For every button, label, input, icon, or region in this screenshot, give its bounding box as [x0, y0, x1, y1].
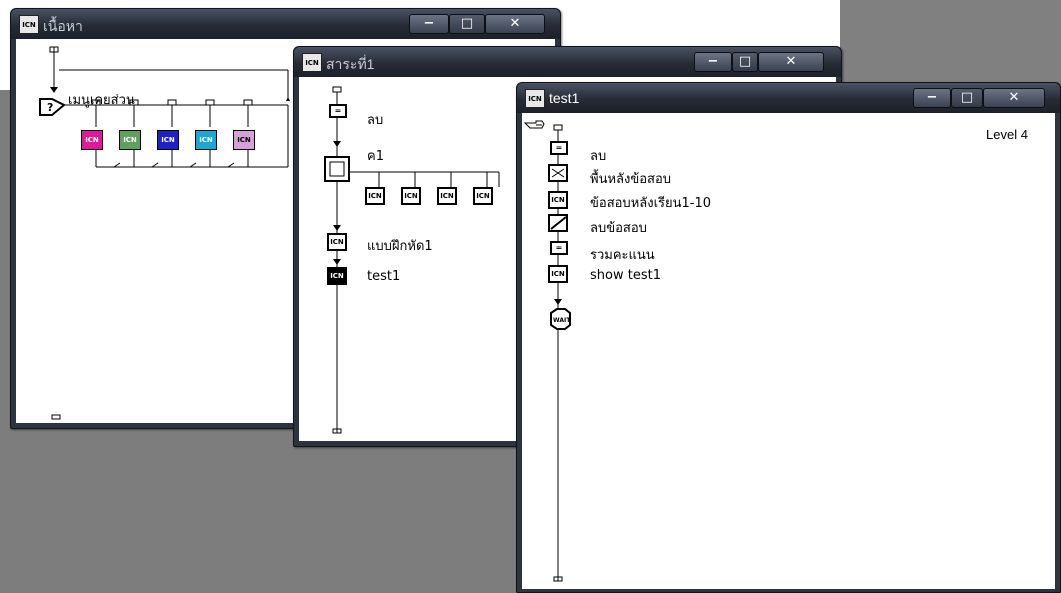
- map-icon[interactable]: ICN: [437, 187, 457, 205]
- desktop-background-right: [840, 0, 1061, 90]
- calc-icon[interactable]: =: [329, 104, 347, 118]
- test1-item-label[interactable]: ลบข้อสอบ: [590, 217, 647, 238]
- map-icon-5[interactable]: ICN: [233, 130, 255, 150]
- test1-item-label[interactable]: รวมคะแนน: [590, 244, 655, 265]
- topic1-title: สาระที่1: [326, 56, 375, 72]
- wait-label: WAIT: [553, 317, 571, 324]
- maximize-button[interactable]: □: [732, 52, 758, 72]
- pointer-hand-icon: [523, 120, 545, 129]
- test1-item-label[interactable]: show test1: [590, 268, 661, 283]
- content-title: เนื้อหา: [43, 18, 83, 34]
- test1-flowline[interactable]: WAIT = ลบ พื้นหลังข้อสอบ ICN ข้อสอบหลังเ…: [522, 113, 1055, 589]
- calc-icon[interactable]: =: [550, 241, 568, 255]
- minimize-button[interactable]: −: [409, 14, 449, 34]
- test1-item-label[interactable]: พื้นหลังข้อสอบ: [590, 168, 671, 189]
- map-icon[interactable]: ICN: [548, 191, 568, 209]
- topic1-item-label[interactable]: ลบ: [367, 109, 383, 130]
- test1-item-label[interactable]: ลบ: [590, 145, 606, 166]
- map-icon: ICN: [19, 15, 39, 34]
- close-button[interactable]: ✕: [485, 14, 545, 34]
- map-icon: ICN: [525, 89, 545, 108]
- topic1-item-label[interactable]: test1: [367, 269, 400, 284]
- map-icon[interactable]: ICN: [473, 187, 493, 205]
- map-icon[interactable]: ICN: [548, 265, 568, 283]
- map-icon-3[interactable]: ICN: [157, 130, 179, 150]
- test1-title: test1: [549, 90, 580, 106]
- test1-titlebar[interactable]: ICN test1 − □ ✕: [517, 83, 1060, 113]
- map-icon: ICN: [302, 53, 322, 72]
- close-button[interactable]: ✕: [983, 88, 1045, 108]
- minimize-button[interactable]: −: [913, 88, 951, 108]
- map-icon-2[interactable]: ICN: [119, 130, 141, 150]
- map-icon-4[interactable]: ICN: [195, 130, 217, 150]
- calc-icon[interactable]: =: [550, 141, 568, 155]
- maximize-button[interactable]: □: [951, 88, 983, 108]
- content-titlebar[interactable]: ICN เนื้อหา − □ ✕: [11, 9, 560, 39]
- map-icon[interactable]: ICN: [401, 187, 421, 205]
- map-icon[interactable]: ICN: [327, 267, 347, 285]
- minimize-button[interactable]: −: [694, 52, 732, 72]
- map-icon[interactable]: ICN: [327, 233, 347, 251]
- decision-glyph: ?: [47, 101, 53, 114]
- close-button[interactable]: ✕: [758, 52, 824, 72]
- map-icon[interactable]: ICN: [365, 187, 385, 205]
- map-icon-1[interactable]: ICN: [81, 130, 103, 150]
- topic1-item-label[interactable]: แบบฝึกหัด1: [367, 235, 433, 256]
- maximize-button[interactable]: □: [449, 14, 485, 34]
- topic1-titlebar[interactable]: ICN สาระที่1 − □ ✕: [294, 47, 841, 77]
- level-indicator: Level 4: [986, 127, 1028, 142]
- test1-item-label[interactable]: ข้อสอบหลังเรียน1-10: [590, 192, 711, 213]
- interaction-label[interactable]: เมนูเคยส่วน: [68, 89, 135, 110]
- test1-window[interactable]: ICN test1 − □ ✕ WAIT = ลบ พื้นหลังข้อสอบ…: [516, 82, 1061, 593]
- topic1-item-label[interactable]: ค1: [367, 145, 384, 166]
